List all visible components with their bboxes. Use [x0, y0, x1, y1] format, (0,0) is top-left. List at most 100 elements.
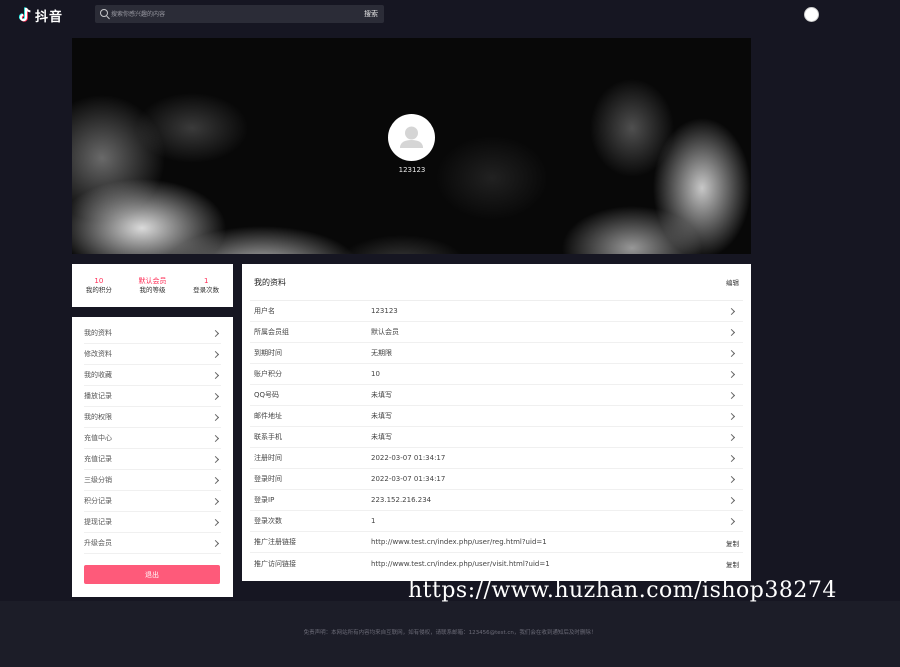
info-row-phone[interactable]: 联系手机 未填写: [250, 427, 743, 448]
row-label: 用户名: [254, 307, 275, 315]
copy-link[interactable]: 复制: [726, 538, 739, 548]
footer: 免责声明：本网站所有内容均来自互联网，如有侵权，请联系邮箱：123456@tes…: [0, 601, 900, 667]
tiktok-logo-icon: [18, 7, 31, 22]
chevron-right-icon: [211, 518, 220, 526]
info-row-login-ip[interactable]: 登录IP 223.152.216.234: [250, 490, 743, 511]
row-label: 到期时间: [254, 349, 282, 357]
row-label: 邮件地址: [254, 412, 282, 420]
search-bar: 搜索: [95, 5, 384, 23]
chevron-right-icon: [211, 329, 220, 337]
info-row-points[interactable]: 账户积分 10: [250, 364, 743, 385]
top-header: 抖音 搜索: [0, 0, 900, 30]
panel-header: 我的资料 编辑: [250, 264, 743, 301]
menu-item-label: 修改资料: [84, 350, 112, 358]
profile-banner: 123123: [72, 38, 751, 254]
stat-login-count: 1 登录次数: [179, 264, 233, 307]
row-label: 所属会员组: [254, 328, 289, 336]
row-value: 223.152.216.234: [371, 496, 432, 504]
stat-value: 1: [203, 277, 209, 285]
row-label: 登录次数: [254, 517, 282, 525]
stat-label: 我的等级: [139, 286, 166, 294]
info-row-email[interactable]: 邮件地址 未填写: [250, 406, 743, 427]
chevron-right-icon: [211, 497, 220, 505]
chevron-right-icon: [211, 476, 220, 484]
chevron-right-icon: [211, 392, 220, 400]
row-value: http://www.test.cn/index.php/user/visit.…: [371, 559, 550, 568]
row-label: 联系手机: [254, 433, 282, 441]
row-value: http://www.test.cn/index.php/user/reg.ht…: [371, 538, 547, 546]
info-row-login-time[interactable]: 登录时间 2022-03-07 01:34:17: [250, 469, 743, 490]
watermark-text: https://www.huzhan.com/ishop38274: [408, 578, 837, 603]
chevron-right-icon: [211, 434, 220, 442]
row-label: 登录时间: [254, 475, 282, 483]
footer-disclaimer: 免责声明：本网站所有内容均来自互联网，如有侵权，请联系邮箱：123456@tes…: [303, 630, 597, 636]
row-value: 1: [371, 517, 376, 525]
row-label: 推广注册链接: [254, 538, 296, 546]
edit-link[interactable]: 编辑: [726, 277, 739, 287]
row-value: 10: [371, 370, 380, 378]
profile-username: 123123: [398, 166, 426, 174]
brand-name: 抖音: [35, 9, 64, 25]
info-row-referral-reg-link: 推广注册链接 http://www.test.cn/index.php/user/…: [250, 532, 743, 553]
menu-item-my-profile[interactable]: 我的资料: [84, 323, 221, 344]
row-label: 账户积分: [254, 370, 282, 378]
row-label: 注册时间: [254, 454, 282, 462]
info-row-register-time[interactable]: 注册时间 2022-03-07 01:34:17: [250, 448, 743, 469]
chevron-right-icon: [211, 413, 220, 421]
user-silhouette-icon: [400, 126, 423, 148]
menu-item-points-records[interactable]: 积分记录: [84, 491, 221, 512]
stat-level: 默认会员 我的等级: [126, 264, 180, 307]
info-row-username[interactable]: 用户名 123123: [250, 301, 743, 322]
row-label: 登录IP: [254, 496, 275, 504]
info-row-member-group[interactable]: 所属会员组 默认会员: [250, 322, 743, 343]
logout-button[interactable]: 退出: [84, 565, 220, 584]
menu-item-label: 提现记录: [84, 518, 112, 526]
info-row-expiry[interactable]: 到期时间 无期限: [250, 343, 743, 364]
search-button[interactable]: 搜索: [364, 9, 378, 19]
menu-item-play-history[interactable]: 播放记录: [84, 386, 221, 407]
chevron-right-icon: [211, 371, 220, 379]
row-value: 2022-03-07 01:34:17: [371, 475, 446, 483]
info-row-login-count[interactable]: 登录次数 1: [250, 511, 743, 532]
menu-item-distribution[interactable]: 三级分销: [84, 470, 221, 491]
menu-item-recharge-records[interactable]: 充值记录: [84, 449, 221, 470]
menu-item-label: 升级会员: [84, 539, 112, 547]
chevron-right-icon: [211, 350, 220, 358]
info-row-referral-visit-link: 推广访问链接 http://www.test.cn/index.php/user/…: [250, 553, 743, 574]
menu-item-recharge-center[interactable]: 充值中心: [84, 428, 221, 449]
menu-item-upgrade-membership[interactable]: 升级会员: [84, 533, 221, 554]
row-value: 未填写: [371, 412, 392, 420]
info-row-qq[interactable]: QQ号码 未填写: [250, 385, 743, 406]
menu-item-label: 充值中心: [84, 434, 112, 442]
row-value: 2022-03-07 01:34:17: [371, 454, 446, 462]
menu-item-permissions[interactable]: 我的权限: [84, 407, 221, 428]
menu-item-withdraw-records[interactable]: 提现记录: [84, 512, 221, 533]
row-value: 默认会员: [371, 328, 399, 336]
stat-points: 10 我的积分: [72, 264, 126, 307]
stat-value: 默认会员: [138, 277, 167, 285]
menu-item-label: 积分记录: [84, 497, 112, 505]
menu-item-label: 播放记录: [84, 392, 112, 400]
chevron-right-icon: [211, 539, 220, 547]
user-avatar-icon[interactable]: [804, 7, 819, 22]
brand-logo[interactable]: 抖音: [18, 6, 64, 25]
row-label: QQ号码: [254, 391, 280, 399]
stat-label: 我的积分: [85, 286, 112, 294]
menu-item-label: 我的权限: [84, 413, 112, 421]
chevron-right-icon: [211, 455, 220, 463]
menu-item-label: 我的资料: [84, 329, 112, 337]
row-value: 无期限: [371, 349, 392, 357]
search-icon: [100, 9, 108, 17]
menu-item-favorites[interactable]: 我的收藏: [84, 365, 221, 386]
menu-item-edit-profile[interactable]: 修改资料: [84, 344, 221, 365]
search-input[interactable]: [109, 5, 349, 23]
copy-link[interactable]: 复制: [726, 559, 739, 569]
menu-item-label: 三级分销: [84, 476, 112, 484]
row-value: 123123: [371, 307, 398, 315]
stat-value: 10: [94, 277, 104, 285]
row-value: 未填写: [371, 433, 392, 441]
menu-item-label: 充值记录: [84, 455, 112, 463]
stat-label: 登录次数: [193, 286, 220, 294]
menu-item-label: 我的收藏: [84, 371, 112, 379]
panel-title: 我的资料: [254, 277, 286, 287]
